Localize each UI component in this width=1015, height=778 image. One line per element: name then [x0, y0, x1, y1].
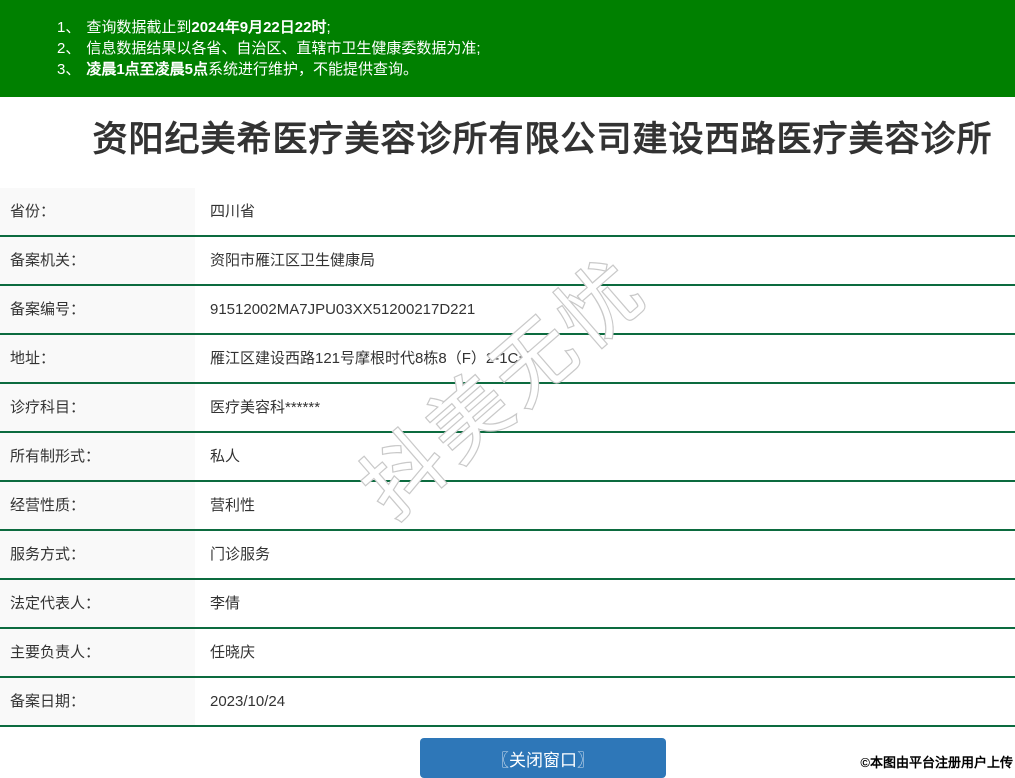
- row-label: 地址：: [0, 335, 195, 382]
- table-row: 经营性质： 营利性: [0, 482, 1015, 531]
- query-result-page: 1、 查询数据截止到2024年9月22日22时; 2、 信息数据结果以各省、自治区、直…: [0, 0, 1015, 778]
- row-value: 医疗美容科******: [210, 399, 321, 416]
- notice-number: 3、: [57, 61, 81, 78]
- row-value: 任晓庆: [210, 644, 256, 661]
- row-value: 2023/10/24: [210, 693, 286, 710]
- notice-text: 查询数据截止到: [86, 19, 192, 36]
- close-window-button[interactable]: 〖关闭窗口〗: [420, 738, 666, 778]
- notice-banner: 1、 查询数据截止到2024年9月22日22时; 2、 信息数据结果以各省、自治区、直…: [0, 0, 1015, 97]
- row-value: 营利性: [210, 497, 256, 514]
- row-label: 诊疗科目：: [0, 384, 195, 431]
- table-row: 诊疗科目： 医疗美容科******: [0, 384, 1015, 433]
- attribution-text: ©本图由平台注册用户上传: [860, 755, 1013, 770]
- notice-text: ;: [326, 19, 331, 36]
- content-area: 资阳纪美希医疗美容诊所有限公司建设西路医疗美容诊所 省份： 四川省 备案机关： 资阳市…: [0, 120, 1015, 727]
- notice-text: 凌晨1点至凌晨5点: [86, 61, 209, 78]
- row-label: 服务方式：: [0, 531, 195, 578]
- table-row: 法定代表人： 李倩: [0, 580, 1015, 629]
- table-row: 备案日期： 2023/10/24: [0, 678, 1015, 727]
- notice-list: 1、 查询数据截止到2024年9月22日22时; 2、 信息数据结果以各省、自治区、直…: [57, 17, 1015, 80]
- notice-number: 2、: [57, 40, 81, 57]
- row-value: 私人: [210, 448, 241, 465]
- page-title: 资阳纪美希医疗美容诊所有限公司建设西路医疗美容诊所: [92, 120, 993, 159]
- table-row: 省份： 四川省: [0, 188, 1015, 237]
- row-value: 雁江区建设西路121号摩根时代8栋8（F）2-1C号: [210, 350, 534, 367]
- notice-line: 1、 查询数据截止到2024年9月22日22时;: [57, 17, 1015, 38]
- row-value: 四川省: [210, 203, 256, 220]
- row-label: 备案日期：: [0, 678, 195, 725]
- notice-text: 2024年9月22日22时: [191, 19, 327, 36]
- row-value: 资阳市雁江区卫生健康局: [210, 252, 376, 269]
- notice-number: 1、: [57, 19, 81, 36]
- row-label: 省份：: [0, 188, 195, 235]
- table-row: 服务方式： 门诊服务: [0, 531, 1015, 580]
- table-row: 备案机关： 资阳市雁江区卫生健康局: [0, 237, 1015, 286]
- row-value: 门诊服务: [210, 546, 271, 563]
- row-label: 主要负责人：: [0, 629, 195, 676]
- notice-text: 信息数据结果以各省、自治区、直辖市卫生健康委数据为准;: [86, 40, 481, 57]
- table-row: 所有制形式： 私人: [0, 433, 1015, 482]
- notice-text: 系统进行维护，不能提供查询。: [208, 61, 419, 78]
- table-row: 备案编号： 91512002MA7JPU03XX51200217D221: [0, 286, 1015, 335]
- row-label: 备案编号：: [0, 286, 195, 333]
- row-value: 李倩: [210, 595, 241, 612]
- row-label: 备案机关：: [0, 237, 195, 284]
- info-table: 省份： 四川省 备案机关： 资阳市雁江区卫生健康局 备案编号： 91512002MA7JP…: [0, 188, 1015, 727]
- row-label: 法定代表人：: [0, 580, 195, 627]
- table-row: 主要负责人： 任晓庆: [0, 629, 1015, 678]
- notice-line: 3、 凌晨1点至凌晨5点系统进行维护，不能提供查询。: [57, 59, 1015, 80]
- row-label: 经营性质：: [0, 482, 195, 529]
- row-label: 所有制形式：: [0, 433, 195, 480]
- table-row: 地址： 雁江区建设西路121号摩根时代8栋8（F）2-1C号: [0, 335, 1015, 384]
- notice-line: 2、 信息数据结果以各省、自治区、直辖市卫生健康委数据为准;: [57, 38, 1015, 59]
- row-value: 91512002MA7JPU03XX51200217D221: [210, 301, 476, 318]
